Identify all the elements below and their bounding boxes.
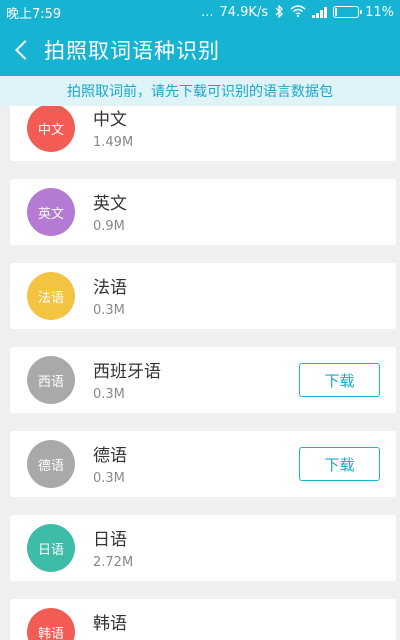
wifi-icon (290, 5, 306, 19)
language-list: 中文 中文 1.49M 英文 英文 0.9M 法语 法语 0.3M 西语 西班牙语 0.3M 下载 德语德… (0, 106, 400, 640)
language-avatar: 德语 (27, 440, 75, 488)
language-size: 0.3M (93, 387, 125, 402)
battery-fill (335, 8, 338, 16)
battery-icon (333, 6, 363, 18)
signal-icon (312, 6, 328, 18)
bluetooth-icon (274, 3, 284, 20)
language-size: 0.3M (93, 303, 125, 318)
back-chevron-icon (15, 40, 35, 60)
status-time: 晚上7:59 (6, 6, 62, 22)
language-size: 0.3M (93, 471, 125, 486)
language-avatar: 西语 (27, 356, 75, 404)
language-name: 英文 (93, 194, 127, 214)
language-item[interactable]: 韩语 韩语 (10, 599, 396, 640)
language-item[interactable]: 西语 西班牙语 0.3M 下载 (10, 347, 396, 413)
download-button[interactable]: 下载 (299, 447, 380, 481)
battery-percent: 11% (365, 4, 394, 20)
language-item[interactable]: 法语 法语 0.3M (10, 263, 396, 329)
language-avatar: 韩语 (27, 608, 75, 640)
back-button[interactable] (0, 24, 44, 76)
language-size: 0.9M (93, 219, 125, 234)
status-indicators: ... 74.9K/s 11% (201, 3, 394, 20)
language-avatar: 英文 (27, 188, 75, 236)
language-avatar: 法语 (27, 272, 75, 320)
language-avatar: 日语 (27, 524, 75, 572)
language-name: 日语 (93, 530, 127, 550)
network-speed: 74.9K/s (219, 4, 269, 20)
language-name: 德语 (93, 446, 127, 466)
language-avatar: 中文 (27, 106, 75, 152)
language-item[interactable]: 英文 英文 0.9M (10, 179, 396, 245)
language-name: 法语 (93, 278, 127, 298)
download-button[interactable]: 下载 (299, 363, 380, 397)
app-header: 拍照取词语种识别 (0, 24, 400, 76)
status-dots: ... (201, 4, 214, 20)
language-item[interactable]: 中文 中文 1.49M (10, 106, 396, 161)
language-item[interactable]: 德语 德语 0.3M 下载 (10, 431, 396, 497)
language-size: 1.49M (93, 135, 134, 150)
language-name: 中文 (93, 110, 127, 130)
language-size: 2.72M (93, 555, 134, 570)
download-notice: 拍照取词前，请先下载可识别的语言数据包 (0, 76, 400, 106)
status-bar: 晚上7:59 ... 74.9K/s 11% (0, 0, 400, 24)
language-name: 韩语 (93, 614, 127, 634)
language-name: 西班牙语 (93, 362, 161, 382)
language-item[interactable]: 日语 日语 2.72M (10, 515, 396, 581)
page-title: 拍照取词语种识别 (44, 39, 220, 63)
